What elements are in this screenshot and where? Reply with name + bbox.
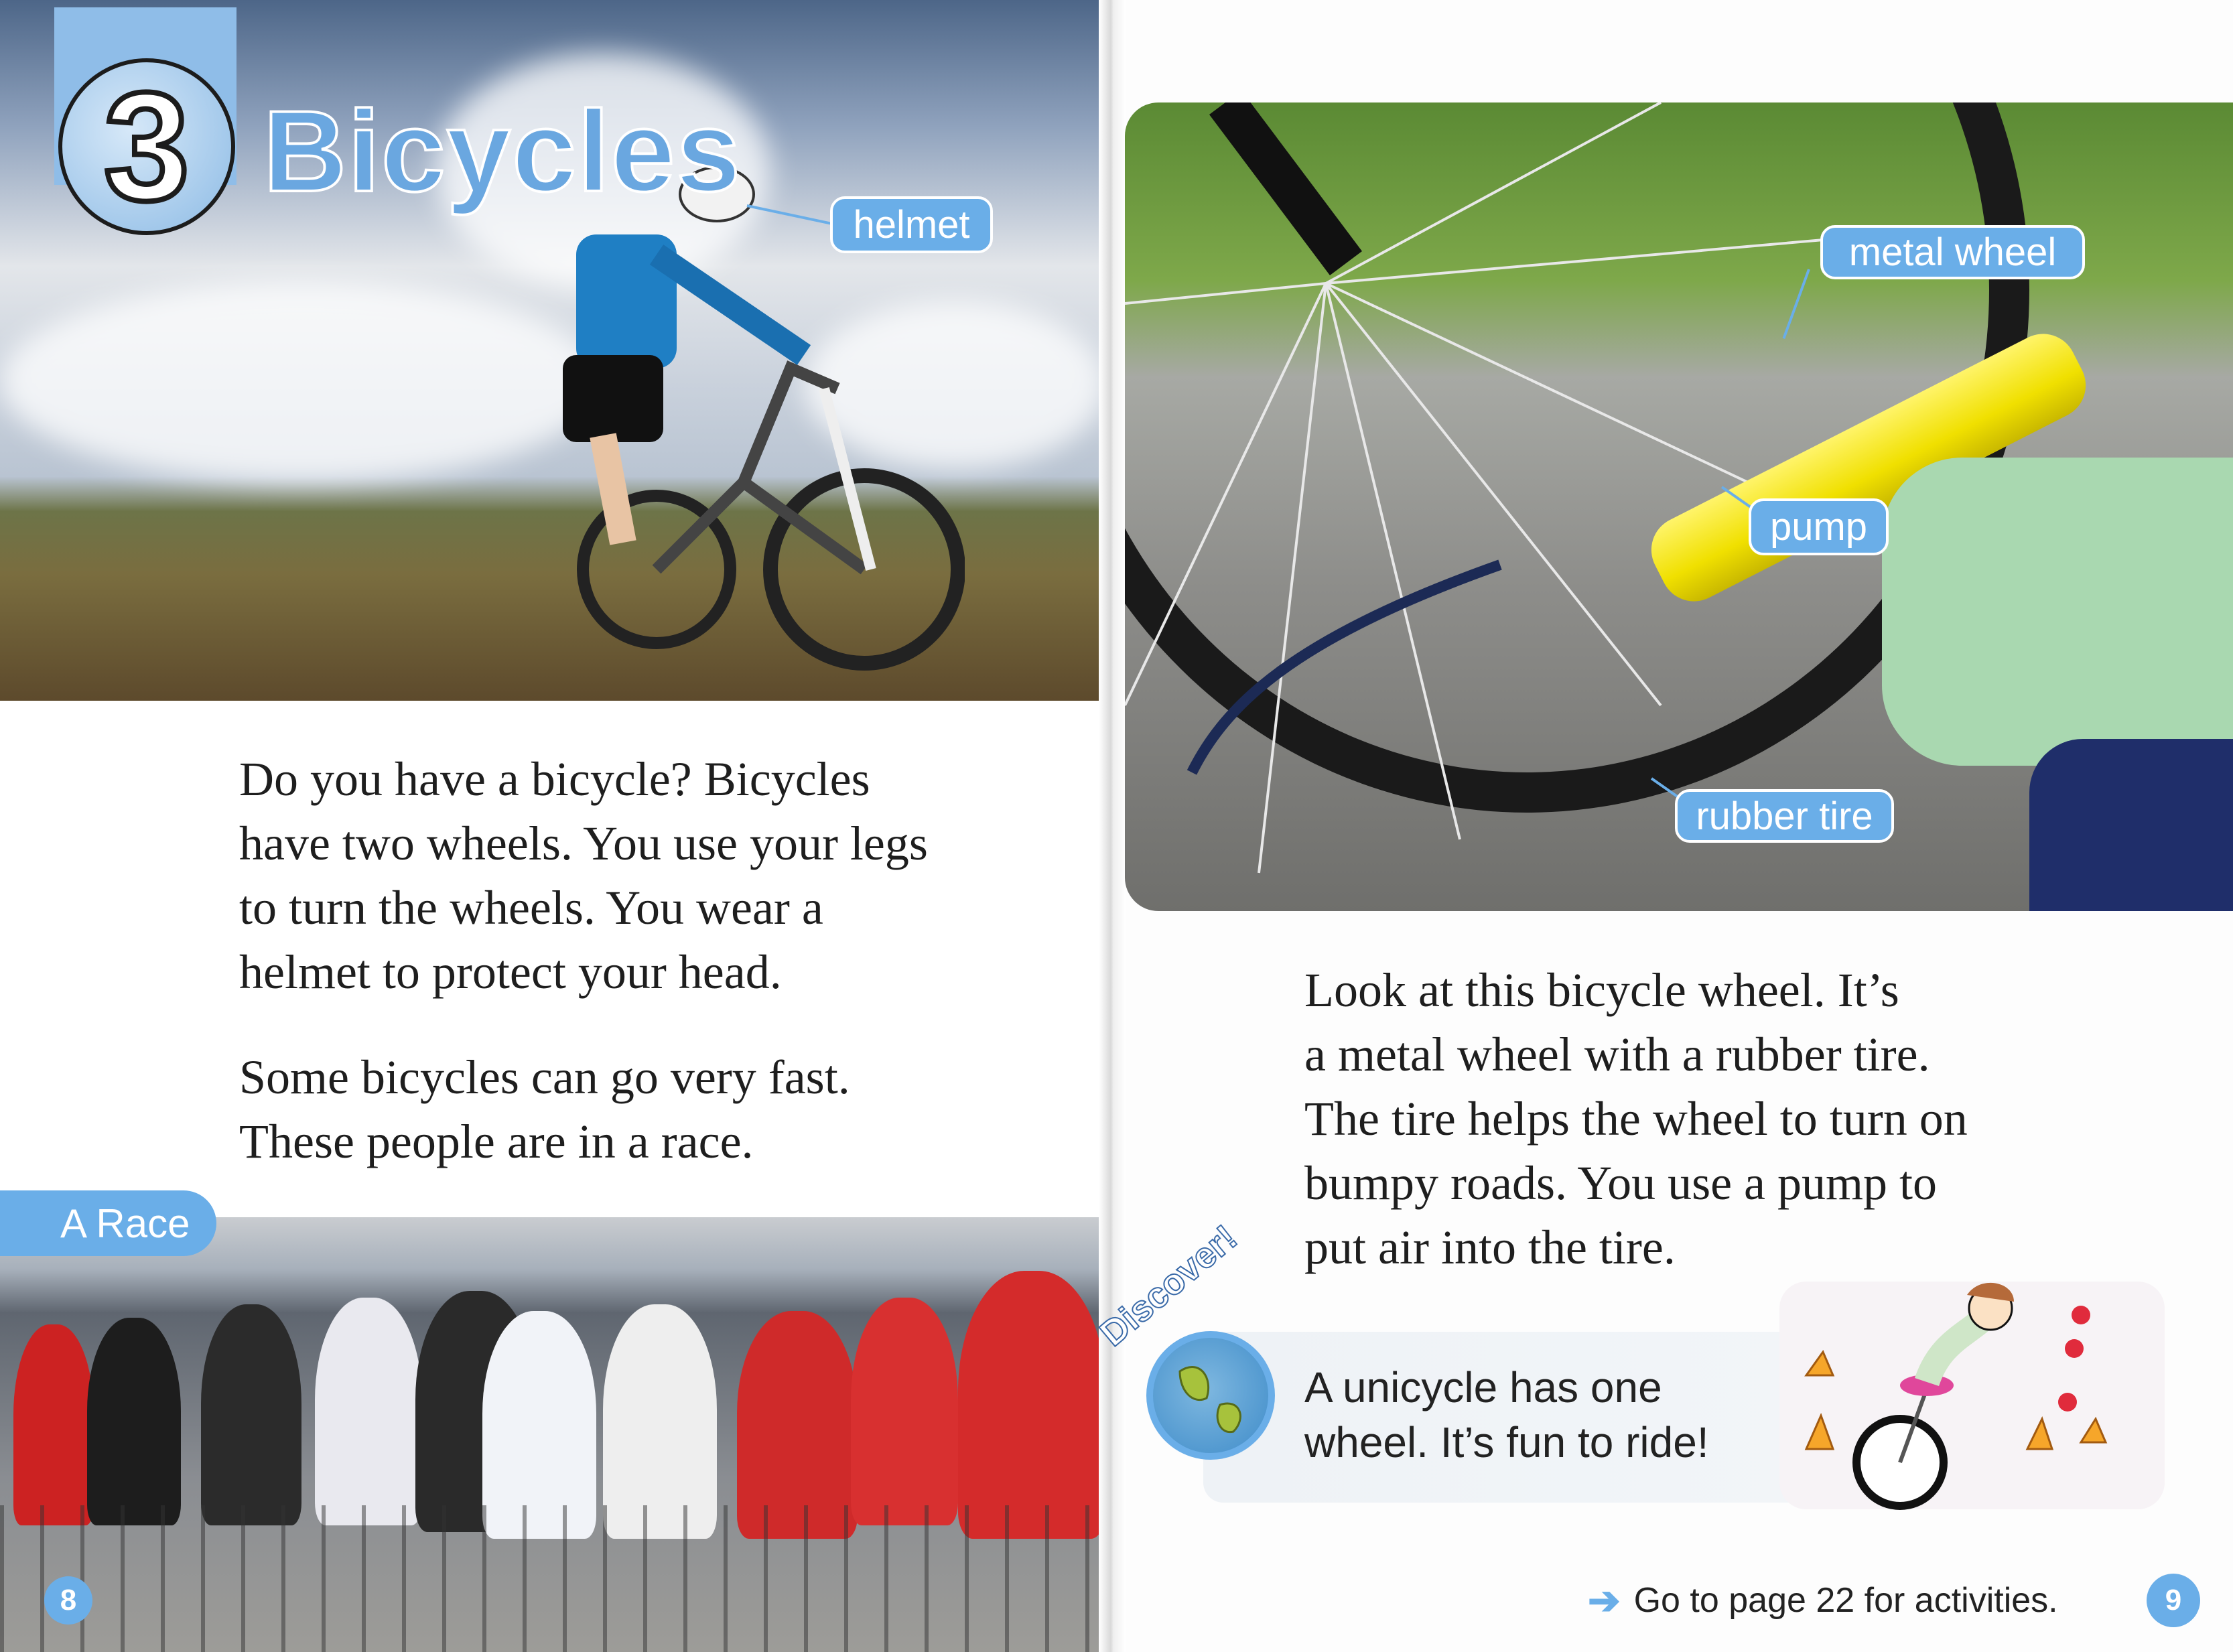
text-line: to turn the wheels. You wear a bbox=[239, 881, 823, 935]
arrow-right-icon: ➔ bbox=[1588, 1579, 1621, 1623]
helmet-label: helmet bbox=[830, 196, 993, 253]
book-gutter bbox=[1099, 0, 1126, 1652]
text-line: bumpy roads. You use a pump to bbox=[1304, 1156, 1938, 1210]
unicycle-girl-illustration bbox=[1779, 1282, 2165, 1510]
text-line: Look at this bicycle wheel. It’s bbox=[1304, 963, 1899, 1017]
discover-text: A unicycle has one wheel. It’s fun to ri… bbox=[1304, 1360, 1709, 1470]
text-line: These people are in a race. bbox=[239, 1115, 754, 1168]
activities-link-text: Go to page 22 for activities. bbox=[1633, 1581, 2058, 1620]
text-line: a metal wheel with a rubber tire. bbox=[1304, 1028, 1930, 1081]
text-line: wheel. It’s fun to ride! bbox=[1304, 1418, 1709, 1466]
text-line: helmet to protect your head. bbox=[239, 945, 782, 999]
page-number-8: 8 bbox=[44, 1576, 92, 1625]
pump-label: pump bbox=[1749, 498, 1889, 555]
bicycle-wheel-photo bbox=[1125, 102, 2233, 911]
rubber-tire-label: rubber tire bbox=[1675, 789, 1894, 843]
race-paragraph: Some bicycles can go very fast. These pe… bbox=[239, 1045, 850, 1174]
chapter-number: 3 bbox=[101, 60, 192, 232]
text-line: have two wheels. You use your legs bbox=[239, 817, 928, 870]
chapter-number-globe: 3 bbox=[58, 58, 235, 235]
text-line: Some bicycles can go very fast. bbox=[239, 1050, 850, 1104]
text-line: Do you have a bicycle? Bicycles bbox=[239, 752, 870, 806]
metal-wheel-label: metal wheel bbox=[1820, 225, 2085, 279]
bike-race-photo bbox=[0, 1217, 1115, 1652]
text-line: A unicycle has one bbox=[1304, 1363, 1662, 1412]
chapter-title: Bicycles bbox=[262, 87, 742, 216]
page-number-9: 9 bbox=[2147, 1574, 2200, 1627]
text-line: The tire helps the wheel to turn on bbox=[1304, 1092, 1968, 1146]
section-tab-a-race: A Race bbox=[0, 1190, 216, 1256]
discover-globe-icon bbox=[1146, 1331, 1275, 1460]
intro-paragraph: Do you have a bicycle? Bicycles have two… bbox=[239, 747, 928, 1004]
wheel-paragraph: Look at this bicycle wheel. It’s a metal… bbox=[1304, 958, 1968, 1280]
activities-link[interactable]: ➔ Go to page 22 for activities. bbox=[1588, 1578, 2058, 1623]
text-line: put air into the tire. bbox=[1304, 1221, 1676, 1274]
